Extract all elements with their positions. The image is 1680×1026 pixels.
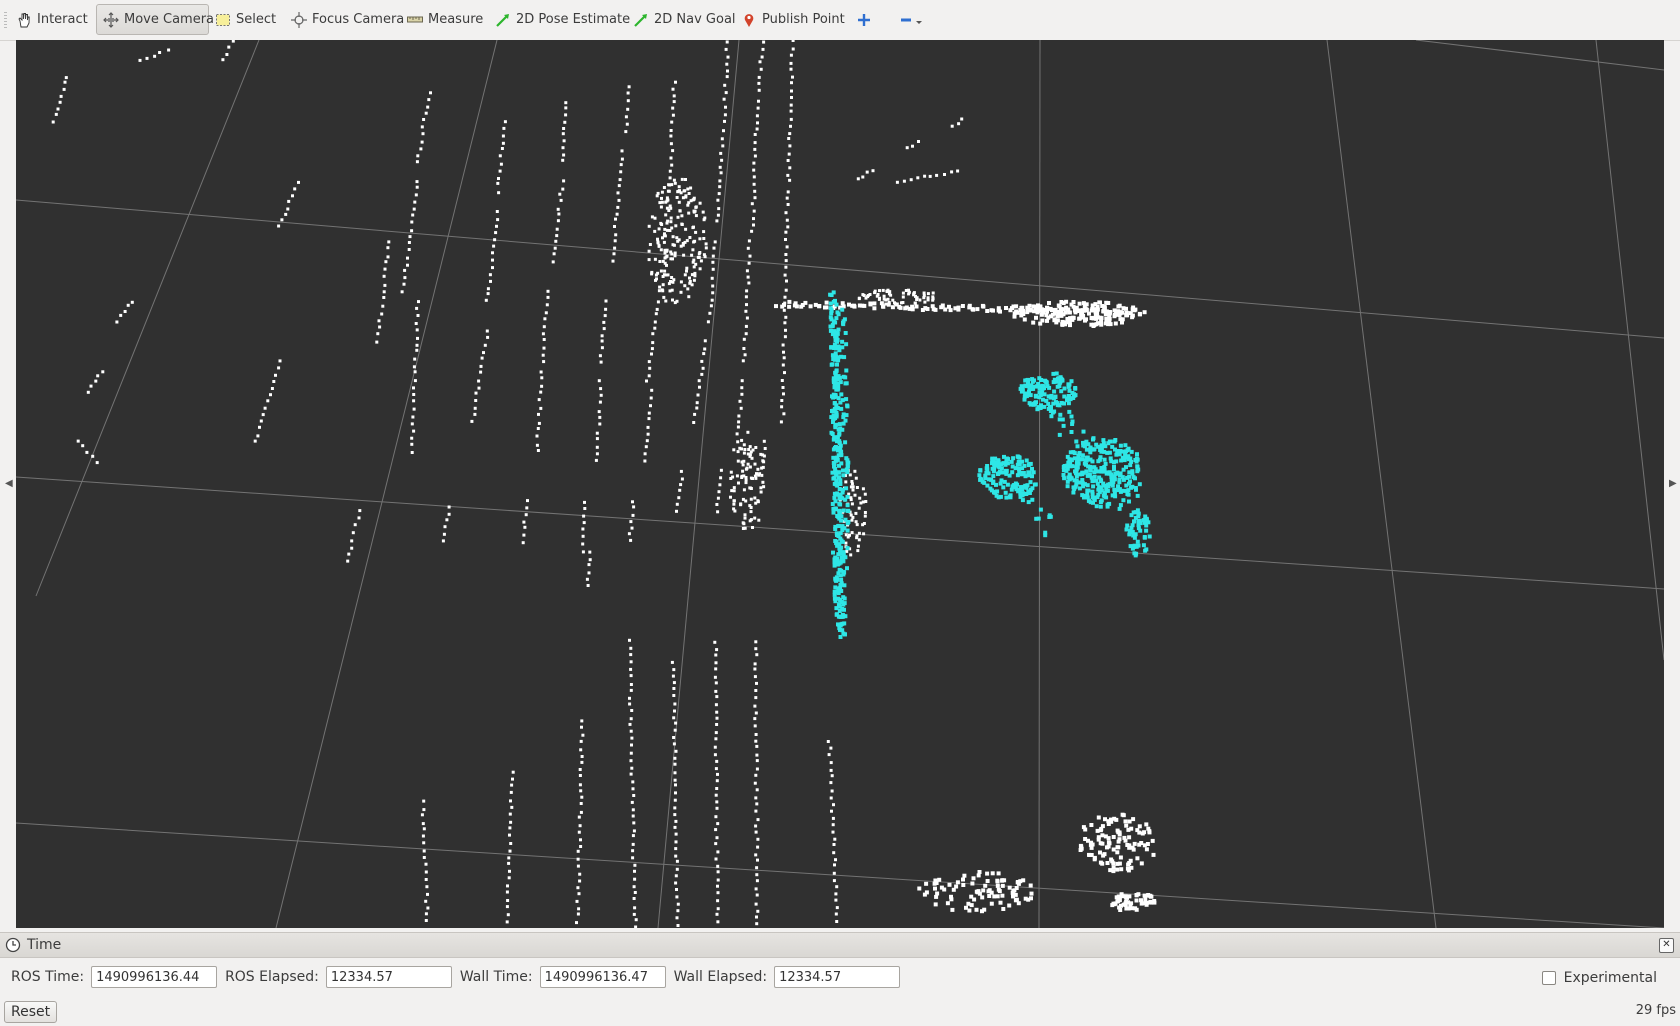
wall-elapsed-field[interactable] (774, 966, 901, 988)
tool-2d-pose-estimate-button[interactable]: 2D Pose Estimate (489, 4, 636, 35)
tool-measure-button[interactable]: Measure (401, 4, 489, 35)
tool-select-button[interactable]: Select (209, 4, 282, 35)
tool-label: Publish Point (762, 12, 845, 27)
ros-elapsed-label: ROS Elapsed: (225, 969, 319, 985)
tool-label: Focus Camera (312, 12, 405, 27)
ros-elapsed-field[interactable] (325, 966, 452, 988)
minus-dropdown-icon (898, 12, 926, 28)
select-icon (215, 12, 231, 28)
clock-icon (5, 937, 21, 953)
tool-label: Measure (428, 12, 484, 27)
experimental-label: Experimental (1563, 970, 1657, 986)
time-panel-header: Time ✕ (0, 932, 1680, 958)
experimental-option[interactable]: Experimental (1541, 970, 1664, 986)
tool-label: Move Camera (124, 12, 215, 27)
highlighted-points (828, 290, 1152, 639)
collapse-right-icon[interactable]: ▶ (1669, 478, 1677, 489)
tool-label: Select (236, 12, 277, 27)
ruler-icon (407, 12, 423, 28)
hand-icon (16, 12, 32, 28)
tool-toolbar: Interact Move Camera Select Focus Camera… (0, 0, 1680, 41)
close-icon[interactable]: ✕ (1659, 938, 1674, 953)
tool-move-camera-button[interactable]: Move Camera (96, 4, 214, 35)
plus-icon (856, 12, 872, 28)
map-pin-icon (741, 12, 757, 28)
focus-camera-icon (291, 11, 307, 28)
move-camera-icon (103, 11, 119, 28)
wall-elapsed-label: Wall Elapsed: (673, 969, 768, 985)
laser-scan-points (51, 40, 1157, 928)
add-tool-button[interactable] (850, 4, 878, 35)
ros-time-label: ROS Time: (11, 969, 85, 985)
tool-publish-point-button[interactable]: Publish Point (735, 4, 851, 35)
tool-label: 2D Nav Goal (654, 12, 736, 27)
green-arrow-icon (495, 12, 511, 28)
remove-tool-button[interactable] (892, 4, 932, 35)
reset-button[interactable]: Reset (4, 1001, 58, 1023)
collapse-left-icon[interactable]: ◀ (5, 478, 13, 489)
green-arrow-icon (633, 12, 649, 28)
time-values-row: ROS Time: ROS Elapsed: Wall Time: Wall E… (0, 958, 1680, 996)
wall-time-label: Wall Time: (459, 969, 533, 985)
ros-time-field[interactable] (91, 966, 218, 988)
experimental-checkbox[interactable] (1541, 971, 1556, 985)
render-viewport[interactable] (16, 40, 1664, 928)
time-panel-title: Time (27, 937, 62, 953)
status-bar: Reset 29 fps (0, 998, 1680, 1026)
render-canvas (16, 40, 1664, 928)
tool-focus-camera-button[interactable]: Focus Camera (285, 4, 410, 35)
fps-readout: 29 fps (1635, 1003, 1676, 1018)
wall-time-field[interactable] (539, 966, 666, 988)
tool-label: Interact (37, 12, 88, 27)
tool-label: 2D Pose Estimate (516, 12, 631, 27)
toolbar-grip[interactable] (4, 12, 7, 28)
tool-2d-nav-goal-button[interactable]: 2D Nav Goal (627, 4, 742, 35)
tool-interact-button[interactable]: Interact (10, 4, 94, 35)
